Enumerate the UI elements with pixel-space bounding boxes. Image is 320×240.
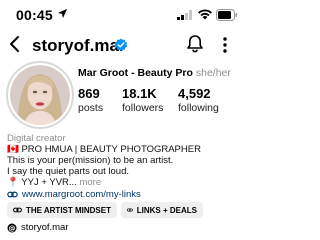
chip-label: LINKS + DEALS [136, 205, 197, 215]
bio-location: 📍 YYJ + YVR... [7, 177, 77, 188]
link-chain-icon [7, 191, 18, 198]
signal-icon [177, 10, 192, 20]
verified-badge-icon [114, 38, 128, 51]
link-chain-icon [13, 207, 22, 213]
profile-category: Digital creator [7, 133, 66, 144]
followers-count[interactable]: 18.1K [122, 86, 157, 101]
status-time: 00:45 [16, 7, 53, 23]
pronouns: she/her [195, 67, 231, 79]
bio-more-link[interactable]: more [79, 177, 101, 188]
display-name: Mar Groot - Beauty Pro she/her [78, 67, 231, 79]
notification-bell-icon[interactable] [186, 34, 204, 54]
bio-line: I say the quiet parts out loud. [7, 166, 129, 177]
following-label[interactable]: following [178, 102, 219, 114]
link-chain-icon [127, 208, 133, 212]
posts-label[interactable]: posts [78, 102, 103, 114]
bio-line: 🇨🇦 PRO HMUA | BEAUTY PHOTOGRAPHER [7, 144, 201, 155]
more-options-icon[interactable] [221, 35, 229, 55]
followers-label[interactable]: followers [122, 102, 163, 114]
posts-count[interactable]: 869 [78, 86, 100, 101]
profile-username: storyof.mar [32, 36, 126, 55]
highlight-chip-artist-mindset[interactable]: THE ARTIST MINDSET [7, 202, 117, 218]
highlight-chip-links-deals[interactable]: LINKS + DEALS [121, 202, 203, 218]
back-chevron-icon[interactable] [8, 34, 22, 54]
location-arrow-icon [57, 8, 68, 19]
profile-link[interactable]: www.margroot.com/my-links [7, 189, 141, 200]
threads-icon: @ [7, 223, 17, 232]
bio-location-line: 📍 YYJ + YVR... more [7, 177, 101, 188]
profile-link-text[interactable]: www.margroot.com/my-links [22, 189, 141, 200]
battery-icon [216, 9, 238, 21]
svg-text:@: @ [9, 224, 16, 232]
bio-line: This is your per(mission) to be an artis… [7, 155, 174, 166]
threads-badge[interactable]: @ storyof.mar [7, 222, 69, 233]
following-count[interactable]: 4,592 [178, 86, 211, 101]
wifi-icon [198, 9, 212, 20]
avatar[interactable] [10, 65, 70, 125]
display-name-text: Mar Groot - Beauty Pro [78, 67, 193, 79]
threads-label[interactable]: storyof.mar [21, 222, 69, 233]
chip-label: THE ARTIST MINDSET [25, 205, 111, 215]
